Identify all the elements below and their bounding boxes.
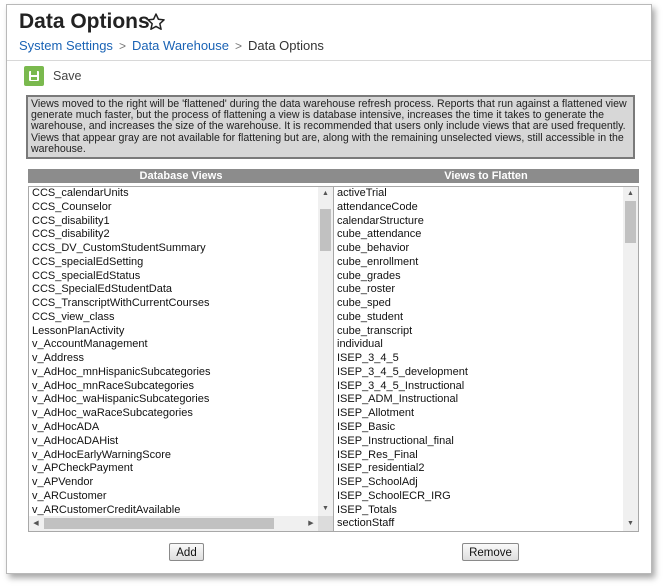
list-item[interactable]: cube_roster <box>334 283 623 297</box>
save-button[interactable]: Save <box>24 65 82 87</box>
database-views-panel: Database Views CCS_calendarUnits CCS_Coun… <box>28 169 334 533</box>
list-item[interactable]: v_AdHoc_waRaceSubcategories <box>29 407 318 421</box>
list-item[interactable]: CCS_specialEdStatus <box>29 270 318 284</box>
views-to-flatten-header: Views to Flatten <box>333 169 639 183</box>
list-item[interactable]: v_AdHocADAHist <box>29 435 318 449</box>
list-item[interactable]: sectionStaff <box>334 517 623 531</box>
list-item[interactable]: cube_grades <box>334 270 623 284</box>
list-item[interactable]: calendarStructure <box>334 215 623 229</box>
page-title: Data Options <box>19 10 150 33</box>
breadcrumb-separator: > <box>235 39 243 53</box>
list-item[interactable]: v_Address <box>29 352 318 366</box>
breadcrumb-data-warehouse[interactable]: Data Warehouse <box>132 38 229 53</box>
scroll-thumb[interactable] <box>625 201 636 243</box>
list-item[interactable]: CCS_calendarUnits <box>29 187 318 201</box>
list-item[interactable]: LessonPlanActivity <box>29 325 318 339</box>
list-item[interactable]: ISEP_Res_Final <box>334 449 623 463</box>
list-item[interactable]: CCS_SpecialEdStudentData <box>29 283 318 297</box>
remove-button[interactable]: Remove <box>462 543 519 561</box>
list-item[interactable]: attendanceCode <box>334 201 623 215</box>
database-views-header: Database Views <box>28 169 334 183</box>
list-item[interactable]: CCS_TranscriptWithCurrentCourses <box>29 297 318 311</box>
flattening-info-note: Views moved to the right will be 'flatte… <box>26 95 635 159</box>
list-item[interactable]: cube_sped <box>334 297 623 311</box>
list-item[interactable]: ISEP_3_4_5_Instructional <box>334 380 623 394</box>
list-item[interactable]: ISEP_residential2 <box>334 462 623 476</box>
list-item[interactable]: v_ARCustomerCreditAvailable <box>29 504 318 516</box>
list-item[interactable]: CCS_disability1 <box>29 215 318 229</box>
scroll-up-arrow-icon[interactable]: ▲ <box>318 187 333 201</box>
list-item[interactable]: v_AdHocADA <box>29 421 318 435</box>
list-item[interactable]: v_APVendor <box>29 476 318 490</box>
list-item[interactable]: CCS_DV_CustomStudentSummary <box>29 242 318 256</box>
list-item[interactable]: ISEP_ADM_Instructional <box>334 393 623 407</box>
list-item[interactable]: CCS_disability2 <box>29 228 318 242</box>
list-item[interactable]: ISEP_Basic <box>334 421 623 435</box>
list-item[interactable]: cube_behavior <box>334 242 623 256</box>
add-button[interactable]: Add <box>169 543 204 561</box>
header-divider <box>7 60 651 61</box>
list-item[interactable]: ISEP_Allotment <box>334 407 623 421</box>
scroll-down-arrow-icon[interactable]: ▼ <box>623 517 638 531</box>
list-item[interactable]: CCS_view_class <box>29 311 318 325</box>
list-item[interactable]: v_AdHoc_mnRaceSubcategories <box>29 380 318 394</box>
views-to-flatten-items: activeTrial attendanceCode calendarStructu… <box>334 187 623 531</box>
vertical-scrollbar[interactable]: ▲ ▼ <box>318 187 333 516</box>
list-item[interactable]: CCS_specialEdSetting <box>29 256 318 270</box>
scroll-thumb[interactable] <box>320 209 331 251</box>
save-label: Save <box>53 69 82 83</box>
list-item[interactable]: cube_transcript <box>334 325 623 339</box>
scroll-left-arrow-icon[interactable]: ◀ <box>29 516 43 531</box>
views-to-flatten-panel: Views to Flatten activeTrial attendanceCo… <box>333 169 639 533</box>
list-item[interactable]: cube_student <box>334 311 623 325</box>
scrollbar-corner <box>318 516 333 531</box>
breadcrumb-current: Data Options <box>248 38 324 53</box>
breadcrumb-separator: > <box>118 39 126 53</box>
horizontal-scrollbar[interactable]: ◀ ▶ <box>29 516 318 531</box>
list-item[interactable]: v_ARCustomer <box>29 490 318 504</box>
list-item[interactable]: v_AdHoc_waHispanicSubcategories <box>29 393 318 407</box>
list-item[interactable]: ISEP_SchoolAdj <box>334 476 623 490</box>
views-to-flatten-listbox[interactable]: activeTrial attendanceCode calendarStructu… <box>333 186 639 532</box>
list-item[interactable]: ISEP_3_4_5 <box>334 352 623 366</box>
list-item[interactable]: ISEP_3_4_5_development <box>334 366 623 380</box>
list-item[interactable]: individual <box>334 338 623 352</box>
database-views-listbox[interactable]: CCS_calendarUnits CCS_Counselor CCS_disabi… <box>28 186 334 532</box>
breadcrumb-system-settings[interactable]: System Settings <box>19 38 113 53</box>
list-item[interactable]: v_AccountManagement <box>29 338 318 352</box>
floppy-disk-icon <box>24 66 44 86</box>
breadcrumb: System Settings > Data Warehouse > Data Opti… <box>19 38 324 53</box>
database-views-items: CCS_calendarUnits CCS_Counselor CCS_disabi… <box>29 187 318 516</box>
list-item[interactable]: v_AdHoc_mnHispanicSubcategories <box>29 366 318 380</box>
list-item[interactable]: v_AdHocEarlyWarningScore <box>29 449 318 463</box>
vertical-scrollbar[interactable]: ▲ ▼ <box>623 187 638 531</box>
star-outline-icon[interactable] <box>146 12 166 32</box>
list-item[interactable]: CCS_Counselor <box>29 201 318 215</box>
list-item[interactable]: cube_attendance <box>334 228 623 242</box>
list-item[interactable]: v_APCheckPayment <box>29 462 318 476</box>
data-options-window: Data Options System Settings > Data Wareho… <box>6 4 652 574</box>
horizontal-scroll-thumb[interactable] <box>44 518 274 529</box>
list-item[interactable]: ISEP_Totals <box>334 504 623 518</box>
list-item[interactable]: ISEP_Instructional_final <box>334 435 623 449</box>
list-item[interactable]: ISEP_SchoolECR_IRG <box>334 490 623 504</box>
scroll-down-arrow-icon[interactable]: ▼ <box>318 502 333 516</box>
list-item[interactable]: cube_enrollment <box>334 256 623 270</box>
list-item[interactable]: activeTrial <box>334 187 623 201</box>
scroll-right-arrow-icon[interactable]: ▶ <box>304 516 318 531</box>
scroll-up-arrow-icon[interactable]: ▲ <box>623 187 638 201</box>
